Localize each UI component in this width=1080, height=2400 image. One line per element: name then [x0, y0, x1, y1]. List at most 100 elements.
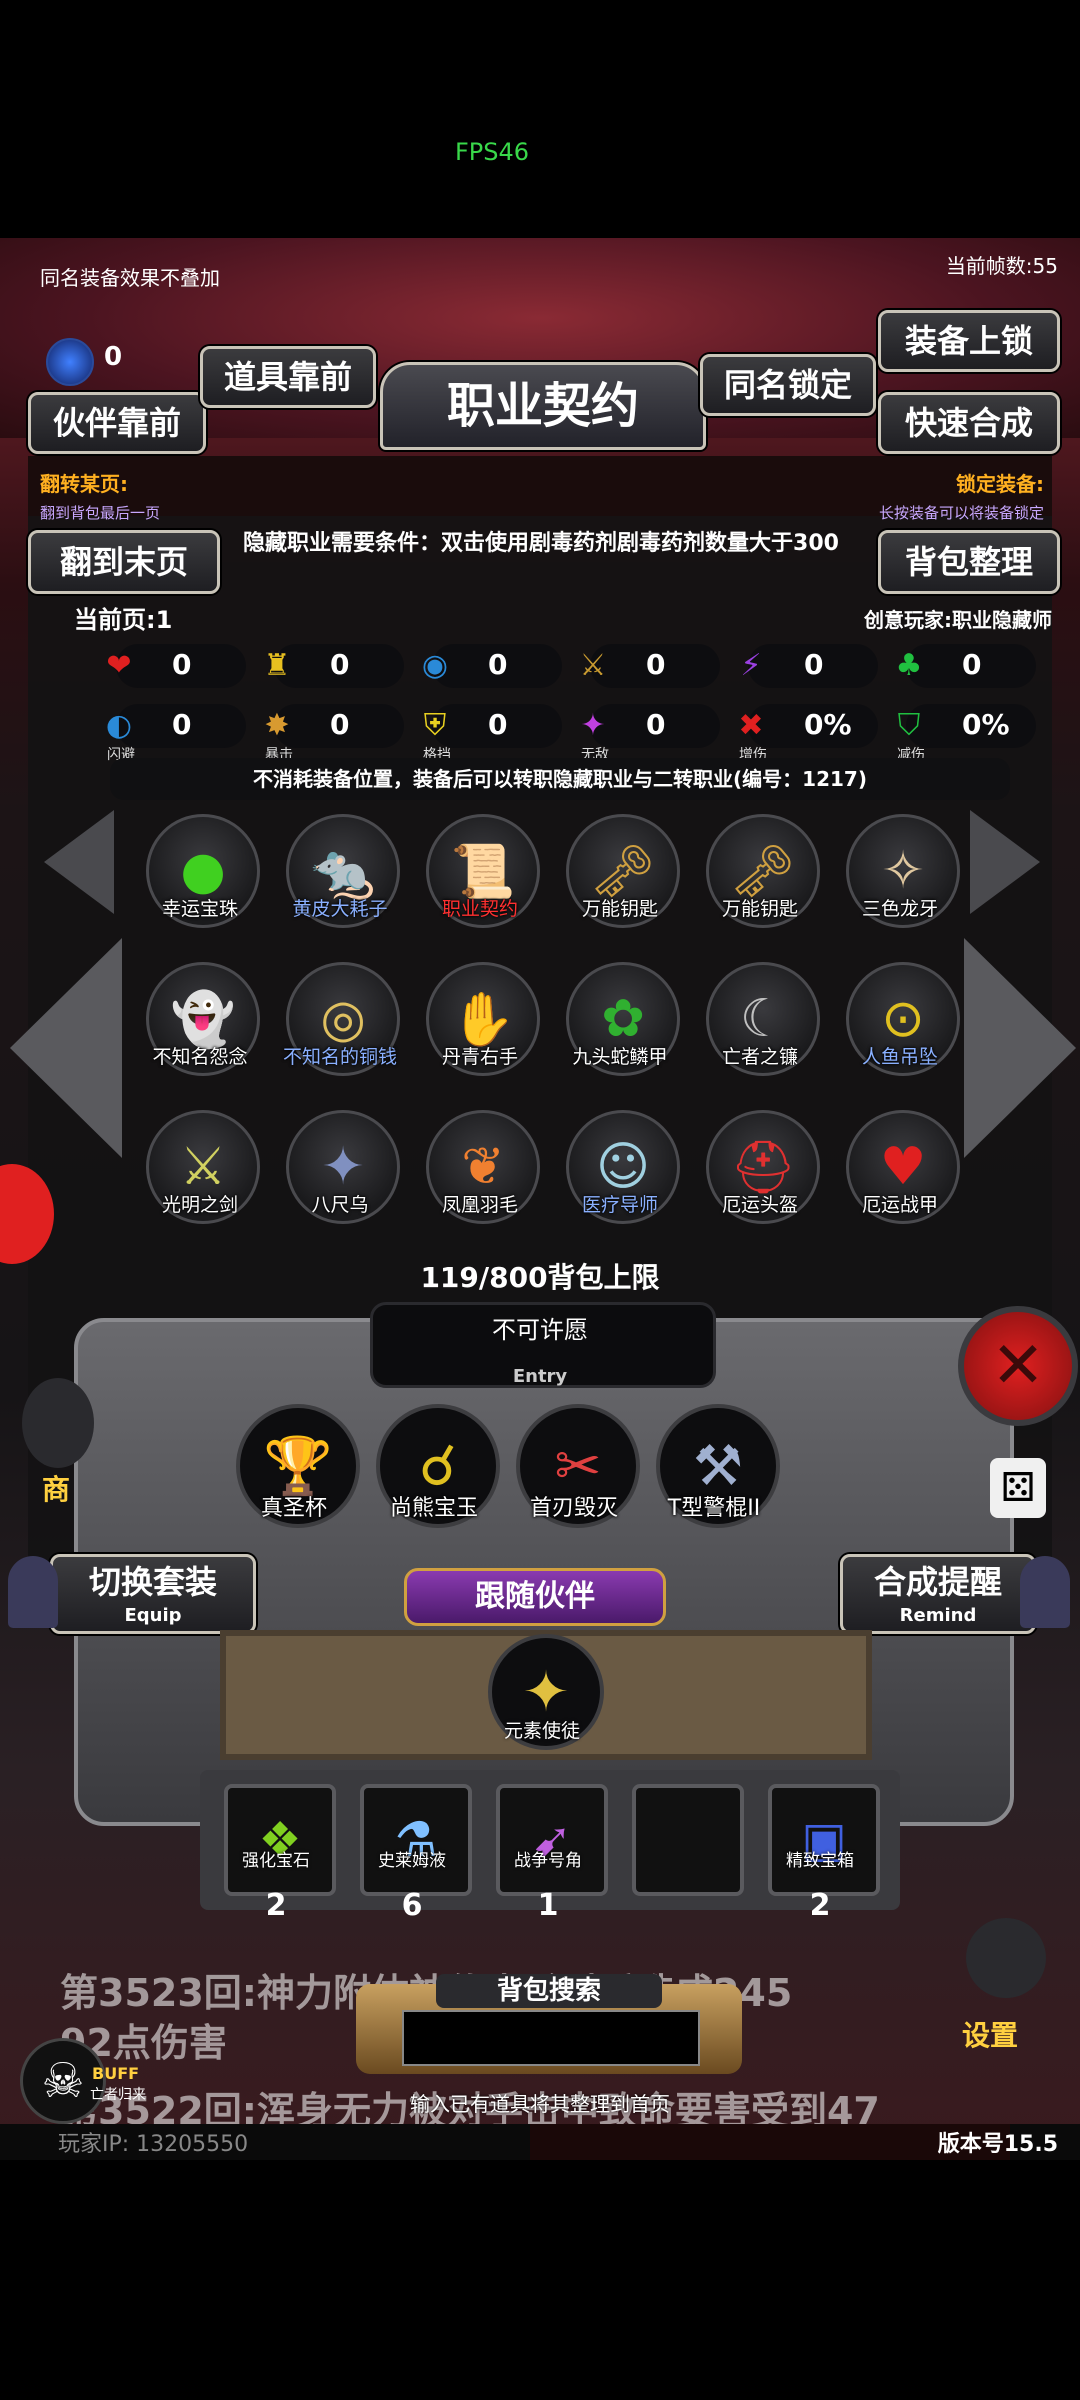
invincible-icon: ✦ — [580, 707, 606, 743]
shop-label[interactable]: 商 — [42, 1468, 70, 1508]
stat-value: 0% — [962, 708, 1010, 741]
flip-page-desc: 翻到背包最后一页 — [40, 504, 161, 522]
switch-set-label: 切换套装 — [88, 1563, 217, 1601]
inventory-item-label: 厄运战甲 — [861, 1194, 938, 1216]
consumable-name: 史莱姆液 — [378, 1851, 446, 1871]
inventory-item-label: 光明之剑 — [161, 1194, 238, 1216]
creator-credit: 创意玩家:职业隐藏师 — [864, 608, 1052, 632]
item-title: 职业契约 — [380, 362, 706, 450]
helmet-icon — [8, 1556, 58, 1628]
consumable-slot[interactable]: ⚗ — [360, 1784, 472, 1896]
inventory-item-label: 万能钥匙 — [721, 898, 798, 920]
prev-page-arrow[interactable] — [10, 938, 122, 1158]
stat-value: 0 — [172, 708, 192, 741]
inventory-item-label: 厄运头盔 — [721, 1194, 798, 1216]
stat-value: 0 — [962, 648, 982, 681]
quick-merge-button[interactable]: 快速合成 — [878, 392, 1060, 454]
stat-value: 0 — [804, 648, 824, 681]
consumable-slot[interactable]: ❖ — [224, 1784, 336, 1896]
player-ip: 玩家IP: 13205550 — [58, 2132, 249, 2157]
damage-up-icon: ✖ — [738, 707, 764, 743]
search-hint: 输入已有道具将其整理到首页 — [410, 2092, 670, 2116]
item-effect-text: 不消耗装备位置，装备后可以转职隐藏职业与二转职业(编号：1217) — [110, 758, 1010, 800]
consumable-count: 1 — [537, 1888, 559, 1923]
consumable-slot[interactable]: ➹ — [496, 1784, 608, 1896]
buff-sub: 亡者归来 — [90, 2087, 146, 2103]
prev-row-arrow[interactable] — [44, 810, 114, 914]
inventory-item-label: 凤凰羽毛 — [441, 1194, 518, 1216]
stat-value: 0 — [488, 708, 508, 741]
same-name-lock-button[interactable]: 同名锁定 — [700, 354, 876, 416]
inventory-item-label: 黄皮大耗子 — [292, 898, 388, 920]
clover-icon: ♣ — [895, 647, 923, 683]
search-input[interactable] — [402, 2010, 700, 2066]
crit-icon: ✸ — [264, 707, 290, 743]
inventory-item-label: 亡者之镰 — [721, 1046, 798, 1068]
heart-icon: ❤ — [106, 647, 132, 683]
dice-icon[interactable]: ⚄ — [990, 1458, 1046, 1518]
stat-value: 0 — [488, 648, 508, 681]
merge-remind-button[interactable]: 合成提醒 Remind — [840, 1554, 1036, 1634]
equipped-label: T型警棍II — [667, 1496, 761, 1521]
inventory-item-label: 人鱼吊坠 — [861, 1046, 938, 1068]
inventory-item-label: 不知名的铜钱 — [282, 1046, 397, 1068]
inventory-item-label: 职业契约 — [441, 898, 518, 920]
hidden-class-condition: 隐藏职业需要条件：双击使用剧毒药剂剧毒药剂数量大于300 — [243, 531, 839, 556]
lock-equip-label: 锁定装备: — [956, 472, 1044, 496]
inventory-item-label: 九头蛇鳞甲 — [572, 1046, 668, 1068]
partner-icon: ✦ — [522, 1659, 570, 1725]
to-last-page-button[interactable]: 翻到末页 — [28, 530, 220, 594]
stat-value: 0 — [172, 648, 192, 681]
inventory-item-label: 不知名怨念 — [152, 1046, 248, 1068]
consumable-count: 2 — [265, 1888, 287, 1923]
gem-count: 0 — [104, 342, 123, 372]
consumable-slot[interactable] — [632, 1784, 744, 1896]
next-row-arrow[interactable] — [970, 810, 1040, 914]
lock-equip-desc: 长按装备可以将装备锁定 — [878, 504, 1044, 522]
next-page-arrow[interactable] — [964, 938, 1076, 1158]
equipped-label: 首刃毁灭 — [529, 1496, 618, 1521]
bag-capacity: 119/800背包上限 — [420, 1261, 660, 1294]
equip-lock-button[interactable]: 装备上锁 — [878, 310, 1060, 372]
follow-partner-banner: 跟随伙伴 — [404, 1568, 666, 1626]
damage-down-icon: ⛉ — [897, 707, 921, 743]
game-screen: 同名装备效果不叠加 当前帧数:55 0 伙伴靠前 道具靠前 职业契约 同名锁定 … — [0, 238, 1080, 2160]
stat-value: 0 — [330, 708, 350, 741]
consumable-slot[interactable]: ▣ — [768, 1784, 880, 1896]
close-icon[interactable]: ✕ — [958, 1306, 1078, 1426]
stat-value: 0% — [804, 708, 852, 741]
armor-icon: ♜ — [263, 647, 291, 683]
frame-count: 当前帧数:55 — [945, 254, 1058, 278]
bag-sort-button[interactable]: 背包整理 — [878, 530, 1060, 594]
consumable-count: 2 — [809, 1888, 831, 1923]
consumable-name: 战争号角 — [514, 1851, 582, 1871]
inventory-item-label: 三色龙牙 — [861, 898, 938, 920]
equipped-label: 尚熊宝玉 — [389, 1496, 478, 1521]
stat-value: 0 — [646, 708, 666, 741]
partner-name: 元素使徒 — [503, 1720, 580, 1742]
boot-icon: ◉ — [421, 647, 449, 683]
equipped-label: 真圣杯 — [260, 1496, 327, 1521]
gear-icon[interactable] — [966, 1918, 1046, 1998]
dodge-icon: ◐ — [105, 707, 133, 743]
inventory-item-label: 医疗导师 — [581, 1194, 658, 1216]
stat-value: 0 — [330, 648, 350, 681]
helmet-icon — [1020, 1556, 1070, 1628]
flip-page-label: 翻转某页: — [40, 472, 128, 496]
item-front-button[interactable]: 道具靠前 — [200, 346, 376, 408]
inventory-item-label: 万能钥匙 — [581, 898, 658, 920]
inventory-item-label: 八尺乌 — [311, 1194, 369, 1216]
notice-text: 同名装备效果不叠加 — [40, 266, 220, 290]
switch-set-button[interactable]: 切换套装 Equip — [50, 1554, 256, 1634]
shop-icon[interactable] — [22, 1378, 94, 1468]
entry-sub: Entry — [512, 1366, 568, 1387]
buff-label: BUFF — [92, 2064, 140, 2083]
consumable-count: 6 — [401, 1888, 423, 1923]
stat-value: 0 — [646, 648, 666, 681]
settings-label[interactable]: 设置 — [962, 2014, 1018, 2054]
block-icon: ⛨ — [423, 707, 447, 743]
lightning-icon: ⚡ — [740, 647, 762, 683]
fps-counter: FPS46 — [455, 138, 530, 166]
partner-front-button[interactable]: 伙伴靠前 — [28, 392, 206, 454]
gem-icon — [46, 338, 94, 386]
